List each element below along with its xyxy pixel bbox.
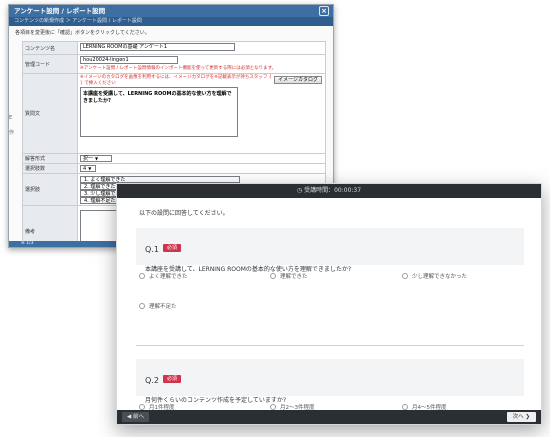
question-text-label: 質問文 [22, 73, 78, 154]
form-instruction: 各項目を変更後に「確認」ボタンをクリックしてください。 [15, 30, 150, 36]
q1-option-3[interactable]: 少し理解できなかった [402, 272, 467, 280]
question-2-text: 月何件くらいのコンテンツ作成を予定していますか? [145, 397, 287, 404]
next-button[interactable]: 次へ ❯ [506, 412, 536, 422]
required-badge: 必須 [162, 243, 181, 252]
choice-input-1[interactable]: 1. よく理解できた [80, 175, 240, 183]
timer-bar: ◷ 受講時間：00:00:37 [117, 184, 541, 198]
image-catalog-button[interactable]: イメージカタログ [274, 76, 322, 84]
chevron-down-icon: ▼ [95, 156, 99, 161]
q1-option-1[interactable]: よく理解できた [139, 272, 188, 280]
content-name-input[interactable]: LERNING ROOMの基礎 アンケート1 [80, 43, 235, 51]
chevron-down-icon: ▼ [88, 166, 92, 171]
question-1-text: 本講座を受講して、LERNING ROOMの基本的な使い方を理解できましたか? [145, 266, 352, 273]
question-textarea[interactable]: 本講座を受講して、LERNING ROOMの基本的な使い方を理解できましたか? [80, 87, 238, 137]
content-name-label: コンテンツ名 [22, 41, 78, 55]
close-icon[interactable]: × [319, 6, 329, 16]
answer-method-select[interactable]: 択一 ▼ [80, 155, 112, 162]
manage-code-note: ※アンケート設問 / レポート設問情報のインポート機能を使って更新する際には必須… [80, 66, 277, 71]
survey-intro: 以下の設問に回答してください。 [139, 210, 229, 217]
timer-text: 受講時間：00:00:37 [304, 187, 362, 194]
left-edge-label-1: E [9, 115, 13, 121]
q1-option-3-label: 少し理解できなかった [412, 274, 468, 280]
choices-label: 選択肢 [22, 173, 78, 206]
manage-code-input[interactable]: hou20024-lingen1 [80, 56, 178, 64]
q1-option-4[interactable]: 理解不足た [139, 302, 177, 310]
choice-count-label: 選択肢数 [22, 163, 78, 174]
q1-option-4-label: 理解不足た [149, 304, 177, 310]
question-2-header: Q.2 必須 月何件くらいのコンテンツ作成を予定していますか? [136, 359, 524, 404]
question-1-number: Q.1 [145, 245, 159, 254]
required-badge: 必須 [162, 374, 181, 383]
question-1-header: Q.1 必須 本講座を受講して、LERNING ROOMの基本的な使い方を理解でき… [136, 228, 524, 273]
survey-footer: ◀ 前へ 次へ ❯ [117, 410, 541, 424]
manage-code-label: 管理コード [22, 54, 78, 74]
question-image-note: ※イメージのカタログを画像を利用するには、イメージカタログを※記載表示が持ちスタ… [80, 75, 272, 86]
radio-icon [270, 273, 276, 279]
q1-option-2-label: 理解できた [280, 274, 308, 280]
answer-method-value: 択一 [83, 156, 94, 162]
left-edge-label-2: 作 [9, 130, 15, 136]
answer-method-label: 解答形式 [22, 153, 78, 164]
prev-button[interactable]: ◀ 前へ [122, 412, 149, 422]
choice-count-select[interactable]: 4 ▼ [80, 165, 96, 172]
choice-count-value: 4 [83, 166, 87, 172]
q1-option-2[interactable]: 理解できた [270, 272, 308, 280]
breadcrumb: コンテンツの新規作成 ＞ アンケート設問 / レポート設問 [9, 17, 333, 26]
clock-icon: ◷ [296, 187, 303, 194]
admin-window-titlebar: アンケート設問 / レポート設問 × [9, 5, 333, 17]
radio-icon [402, 273, 408, 279]
question-divider [136, 345, 524, 346]
admin-window-title: アンケート設問 / レポート設問 [14, 7, 106, 15]
radio-icon [139, 303, 145, 309]
radio-icon [139, 273, 145, 279]
q1-option-1-label: よく理解できた [149, 274, 188, 280]
question-2-number: Q.2 [145, 376, 159, 385]
survey-window: ◷ 受講時間：00:00:37 以下の設問に回答してください。 Q.1 必須 本講… [116, 183, 542, 425]
